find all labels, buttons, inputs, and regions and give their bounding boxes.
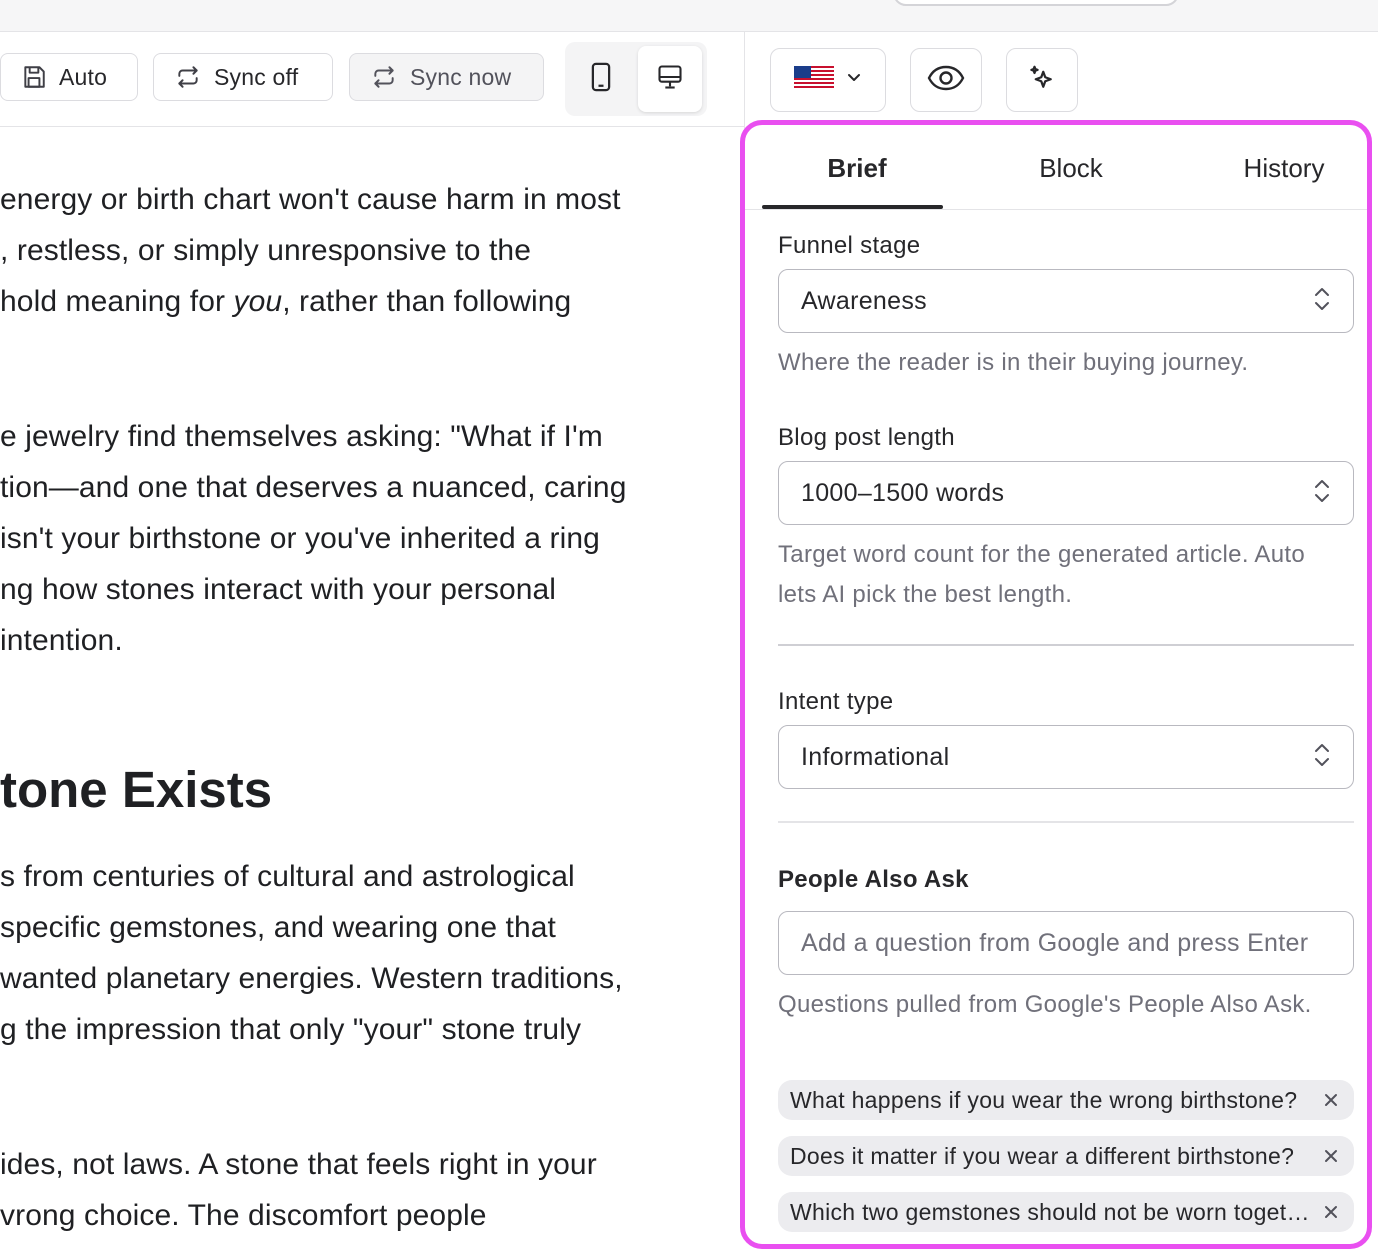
language-selector[interactable] bbox=[770, 48, 886, 112]
chevron-up-down-icon bbox=[1313, 741, 1331, 774]
section-divider bbox=[778, 821, 1354, 823]
tab-block[interactable]: Block bbox=[981, 153, 1161, 184]
article-line: energy or birth chart won't cause harm i… bbox=[0, 183, 621, 217]
blog-length-value: 1000–1500 words bbox=[801, 478, 1005, 507]
blog-length-help: Target word count for the generated arti… bbox=[778, 541, 1306, 608]
paa-chip-text: What happens if you wear the wrong birth… bbox=[790, 1086, 1298, 1113]
article-text: e jewelry find themselves asking: "What … bbox=[0, 420, 603, 453]
article-line: tion—and one that deserves a nuanced, ca… bbox=[0, 471, 627, 505]
article-editor[interactable]: energy or birth chart won't cause harm i… bbox=[0, 0, 744, 1254]
article-text: energy or birth chart won't cause harm i… bbox=[0, 183, 621, 216]
chevron-down-icon bbox=[846, 71, 862, 89]
sync-icon bbox=[174, 64, 202, 90]
chevron-up-down-icon bbox=[1313, 285, 1331, 318]
article-text: hold meaning for bbox=[0, 285, 234, 318]
blog-length-label: Blog post length bbox=[778, 424, 955, 451]
sync-off-button[interactable]: Sync off bbox=[153, 53, 333, 101]
sync-icon bbox=[370, 64, 398, 90]
article-text: isn't your birthstone or you've inherite… bbox=[0, 522, 600, 555]
auto-label: Auto bbox=[59, 63, 108, 90]
article-heading: tone Exists bbox=[0, 761, 273, 818]
desktop-view-button[interactable] bbox=[638, 46, 702, 112]
paa-chip: Does it matter if you wear a different b… bbox=[778, 1136, 1354, 1176]
people-also-ask-label: People Also Ask bbox=[778, 866, 969, 893]
tab-brief[interactable]: Brief bbox=[767, 153, 947, 184]
article-line: intention. bbox=[0, 624, 123, 658]
sync-off-label: Sync off bbox=[214, 63, 299, 90]
intent-type-select[interactable]: Informational bbox=[778, 725, 1354, 789]
paa-chip: Which two gemstones should not be worn t… bbox=[778, 1192, 1354, 1232]
article-line: wanted planetary energies. Western tradi… bbox=[0, 962, 623, 995]
close-icon[interactable] bbox=[1320, 1145, 1342, 1167]
article-line: s from centuries of cultural and astrolo… bbox=[0, 860, 575, 893]
top-bar-pill[interactable] bbox=[893, 0, 1179, 6]
close-icon[interactable] bbox=[1320, 1201, 1342, 1223]
toolbar-divider bbox=[0, 126, 744, 127]
vertical-divider bbox=[744, 31, 745, 131]
article-emphasis: you bbox=[233, 285, 283, 318]
funnel-stage-select[interactable]: Awareness bbox=[778, 269, 1354, 333]
article-text: intention. bbox=[0, 624, 123, 657]
section-divider bbox=[778, 644, 1354, 646]
paa-chip: What happens if you wear the wrong birth… bbox=[778, 1080, 1354, 1120]
blog-length-select[interactable]: 1000–1500 words bbox=[778, 461, 1354, 525]
intent-type-label: Intent type bbox=[778, 688, 894, 715]
intent-type-value: Informational bbox=[801, 742, 950, 771]
article-line: , restless, or simply unresponsive to th… bbox=[0, 234, 531, 268]
auto-save-button[interactable]: Auto bbox=[0, 53, 138, 101]
article-text: ng how stones interact with your persona… bbox=[0, 573, 557, 606]
article-text: tion—and one that deserves a nuanced, ca… bbox=[0, 471, 627, 504]
paa-help: Questions pulled from Google's People Al… bbox=[778, 991, 1312, 1018]
article-line: g the impression that only "your" stone … bbox=[0, 1013, 582, 1046]
save-icon bbox=[21, 64, 47, 90]
funnel-stage-label: Funnel stage bbox=[778, 232, 921, 259]
article-line: ides, not laws. A stone that feels right… bbox=[0, 1148, 597, 1181]
paa-question-input[interactable] bbox=[778, 911, 1354, 975]
funnel-stage-value: Awareness bbox=[801, 286, 927, 315]
paa-chip-text: Which two gemstones should not be worn t… bbox=[790, 1198, 1312, 1225]
mobile-view-button[interactable] bbox=[569, 46, 633, 112]
eye-icon bbox=[927, 64, 965, 97]
us-flag-icon bbox=[794, 65, 834, 95]
article-text: , restless, or simply unresponsive to th… bbox=[0, 234, 531, 267]
desktop-icon bbox=[656, 63, 684, 96]
article-text: , rather than following bbox=[282, 285, 572, 318]
article-line: e jewelry find themselves asking: "What … bbox=[0, 420, 603, 454]
article-line: vrong choice. The discomfort people bbox=[0, 1199, 487, 1232]
funnel-stage-help: Where the reader is in their buying jour… bbox=[778, 349, 1249, 376]
sync-now-label: Sync now bbox=[410, 63, 512, 90]
article-line: isn't your birthstone or you've inherite… bbox=[0, 522, 600, 556]
article-line: ng how stones interact with your persona… bbox=[0, 573, 556, 607]
article-line: specific gemstones, and wearing one that bbox=[0, 911, 556, 944]
panel-tabs: Brief Block History bbox=[745, 125, 1367, 210]
close-icon[interactable] bbox=[1320, 1089, 1342, 1111]
article-line: hold meaning for you, rather than follow… bbox=[0, 285, 571, 319]
tab-history[interactable]: History bbox=[1194, 153, 1367, 184]
paa-chip-text: Does it matter if you wear a different b… bbox=[790, 1142, 1295, 1169]
active-tab-indicator bbox=[762, 205, 943, 209]
preview-button[interactable] bbox=[910, 48, 982, 112]
mobile-icon bbox=[590, 62, 612, 97]
ai-assist-button[interactable] bbox=[1006, 48, 1078, 112]
sync-now-button[interactable]: Sync now bbox=[349, 53, 544, 101]
device-toggle bbox=[565, 42, 707, 116]
sparkles-icon bbox=[1027, 63, 1057, 98]
chevron-up-down-icon bbox=[1313, 477, 1331, 510]
brief-panel: Brief Block History Funnel stage Awarene… bbox=[740, 120, 1372, 1249]
